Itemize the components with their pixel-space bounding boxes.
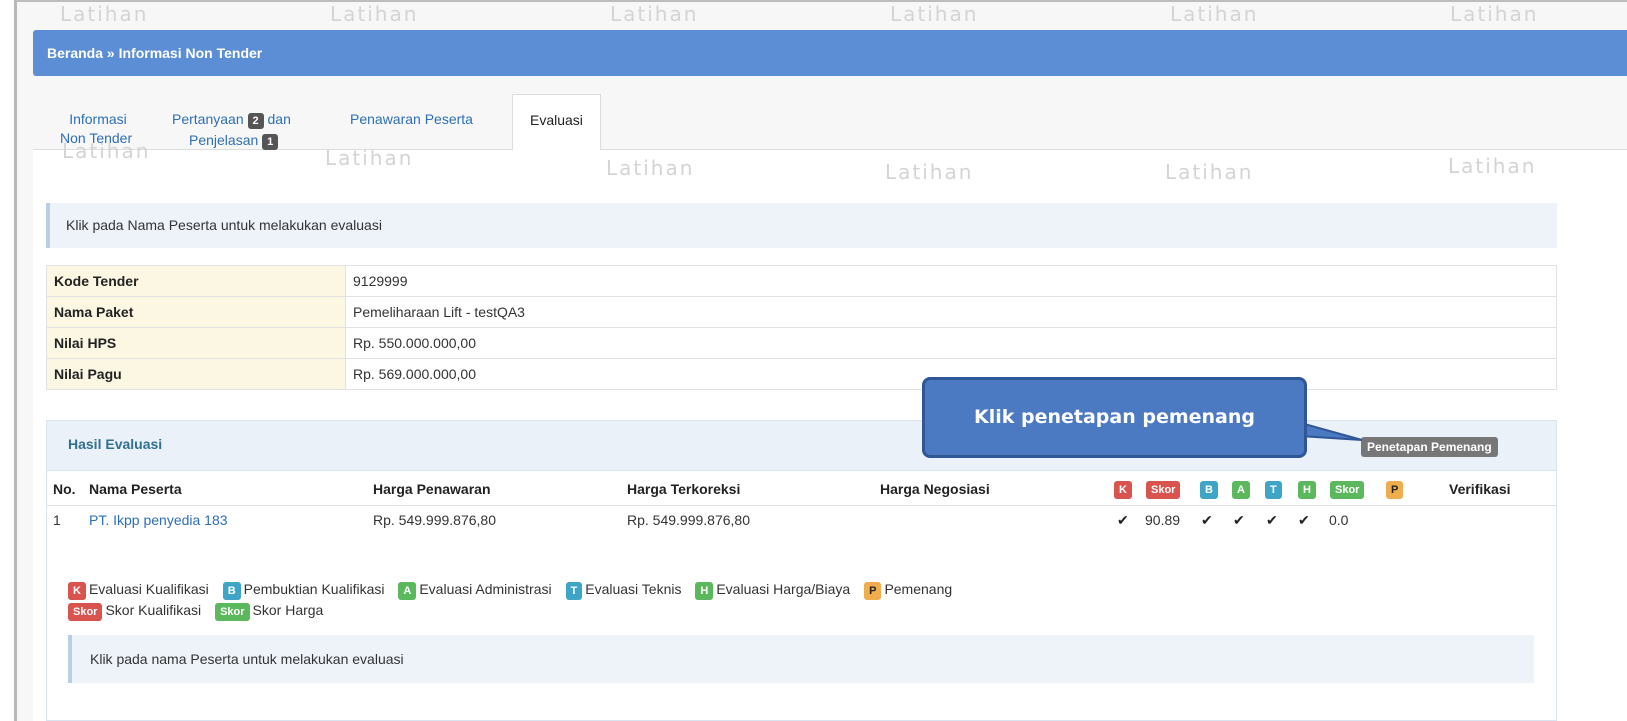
callout-pointer [1287,418,1363,441]
callout-annotation: Klik penetapan pemenang [922,377,1307,458]
